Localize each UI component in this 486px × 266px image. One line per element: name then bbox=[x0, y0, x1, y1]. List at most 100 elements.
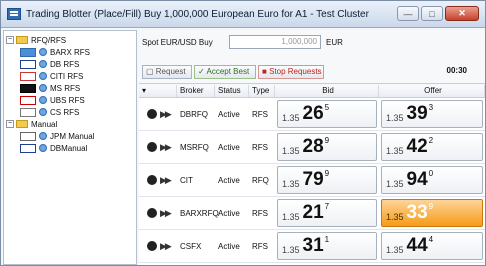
column-offer[interactable]: Offer bbox=[379, 85, 485, 97]
edit-icon[interactable] bbox=[147, 175, 157, 185]
tree-item-dbmanual[interactable]: DBManual bbox=[6, 142, 134, 154]
connection-icon bbox=[39, 96, 47, 104]
tree-item-ubs-rfs[interactable]: UBS RFS bbox=[6, 94, 134, 106]
edit-icon[interactable] bbox=[147, 142, 157, 152]
edit-icon[interactable] bbox=[147, 109, 157, 119]
offer-cell: 1.35 33 9 bbox=[379, 199, 485, 227]
bid-cell: 1.35 21 7 bbox=[275, 199, 379, 227]
db-logo-icon bbox=[20, 59, 36, 69]
connection-icon bbox=[39, 84, 47, 92]
column-type[interactable]: Type bbox=[249, 85, 275, 97]
bid-price-button[interactable]: 1.35 26 5 bbox=[277, 100, 377, 128]
quote-row[interactable]: ▶▶ BARXRFQ Active RFS 1.35 21 7 1.35 33 9 bbox=[139, 197, 485, 230]
type-cell: RFQ bbox=[252, 175, 269, 185]
tree-item-cs-rfs[interactable]: CS RFS bbox=[6, 106, 134, 118]
quote-row[interactable]: ▶▶ CSFX Active RFS 1.35 31 1 1.35 44 4 bbox=[139, 230, 485, 263]
maximize-button[interactable]: □ bbox=[421, 6, 443, 21]
close-button[interactable]: ✕ bbox=[445, 6, 479, 21]
expand-icon[interactable]: ▶▶ bbox=[160, 175, 172, 186]
expand-icon[interactable]: ▶▶ bbox=[160, 208, 172, 219]
expand-icon[interactable]: ▶▶ bbox=[160, 241, 172, 252]
minimize-button[interactable]: — bbox=[397, 6, 419, 21]
column-bid[interactable]: Bid bbox=[275, 85, 379, 97]
edit-icon[interactable] bbox=[147, 208, 157, 218]
offer-price-button[interactable]: 1.35 39 3 bbox=[381, 100, 483, 128]
quote-row[interactable]: ▶▶ DBRFQ Active RFS 1.35 26 5 1.35 39 3 bbox=[139, 98, 485, 131]
offer-cell: 1.35 94 0 bbox=[379, 166, 485, 194]
price-handle: 1.35 bbox=[386, 212, 404, 222]
folder-icon bbox=[16, 36, 28, 44]
title-bar: Trading Blotter (Place/Fill) Buy 1,000,0… bbox=[1, 1, 485, 28]
price-fractional: 3 bbox=[428, 103, 434, 112]
broker-cell: MSRFQ bbox=[180, 142, 209, 152]
expand-icon[interactable]: ▶▶ bbox=[160, 142, 172, 153]
collapse-icon[interactable]: − bbox=[6, 120, 14, 128]
expand-icon[interactable]: ▶▶ bbox=[160, 109, 172, 120]
tree-group-rfq-rfs[interactable]: − RFQ/RFS bbox=[6, 34, 134, 46]
connection-icon bbox=[39, 144, 47, 152]
offer-cell: 1.35 39 3 bbox=[379, 100, 485, 128]
quote-row[interactable]: ▶▶ CIT Active RFQ 1.35 79 9 1.35 94 0 bbox=[139, 164, 485, 197]
status-cell: Active bbox=[218, 208, 240, 218]
offer-price-button[interactable]: 1.35 44 4 bbox=[381, 232, 483, 260]
price-pips: 28 bbox=[302, 136, 324, 157]
accept-best-button[interactable]: ✓ Accept Best bbox=[194, 65, 256, 79]
price-handle: 1.35 bbox=[282, 113, 300, 123]
tree-item-label: BARX RFS bbox=[50, 47, 91, 57]
broker-cell: BARXRFQ bbox=[180, 208, 219, 218]
offer-cell: 1.35 42 2 bbox=[379, 133, 485, 161]
grid-header: ▾ Broker Status Type Bid Offer bbox=[139, 85, 485, 98]
bid-price-button[interactable]: 1.35 79 9 bbox=[277, 166, 377, 194]
tree-item-label: DB RFS bbox=[50, 59, 80, 69]
bid-price-button[interactable]: 1.35 31 1 bbox=[277, 232, 377, 260]
status-cell: Active bbox=[218, 109, 240, 119]
price-pips: 42 bbox=[406, 136, 428, 157]
folder-icon bbox=[16, 120, 28, 128]
price-pips: 39 bbox=[406, 103, 428, 124]
ms-logo-icon bbox=[20, 83, 36, 93]
price-handle: 1.35 bbox=[282, 212, 300, 222]
tree-item-label: UBS RFS bbox=[50, 95, 85, 105]
price-fractional: 0 bbox=[428, 169, 434, 178]
bid-price-button[interactable]: 1.35 21 7 bbox=[277, 199, 377, 227]
column-status[interactable]: Status bbox=[215, 85, 249, 97]
tree-item-citi-rfs[interactable]: CITI RFS bbox=[6, 70, 134, 82]
amount-field[interactable]: 1,000,000 bbox=[229, 35, 321, 49]
ubs-logo-icon bbox=[20, 95, 36, 105]
tree-item-jpm-manual[interactable]: JPM Manual bbox=[6, 130, 134, 142]
offer-price-button[interactable]: 1.35 42 2 bbox=[381, 133, 483, 161]
tree-item-barx-rfs[interactable]: BARX RFS bbox=[6, 46, 134, 58]
tree-item-ms-rfs[interactable]: MS RFS bbox=[6, 82, 134, 94]
stop-requests-button[interactable]: ■ Stop Requests bbox=[258, 65, 324, 79]
tree-group-manual[interactable]: − Manual bbox=[6, 118, 134, 130]
edit-icon[interactable] bbox=[147, 241, 157, 251]
offer-price-button[interactable]: 1.35 33 9 bbox=[381, 199, 483, 227]
offer-price-button[interactable]: 1.35 94 0 bbox=[381, 166, 483, 194]
currency-label: EUR bbox=[326, 38, 343, 47]
jpm-logo-icon bbox=[20, 131, 36, 141]
tree-item-label: DBManual bbox=[50, 143, 88, 153]
price-fractional: 2 bbox=[428, 136, 434, 145]
row-actions: ▶▶ bbox=[139, 175, 177, 186]
price-fractional: 9 bbox=[428, 202, 434, 211]
price-pips: 33 bbox=[406, 202, 428, 223]
price-fractional: 4 bbox=[428, 235, 434, 244]
bid-cell: 1.35 28 9 bbox=[275, 133, 379, 161]
price-fractional: 7 bbox=[324, 202, 330, 211]
quote-row[interactable]: ▶▶ MSRFQ Active RFS 1.35 28 9 1.35 42 2 bbox=[139, 131, 485, 164]
tree-item-db-rfs[interactable]: DB RFS bbox=[6, 58, 134, 70]
column-broker[interactable]: Broker bbox=[177, 85, 215, 97]
column-actions[interactable]: ▾ bbox=[139, 85, 177, 97]
request-label: Request bbox=[155, 67, 186, 76]
price-pips: 26 bbox=[302, 103, 324, 124]
bid-cell: 1.35 79 9 bbox=[275, 166, 379, 194]
request-button[interactable]: ▢ Request bbox=[142, 65, 192, 79]
status-cell: Active bbox=[218, 175, 240, 185]
row-actions: ▶▶ bbox=[139, 241, 177, 252]
stop-requests-label: Stop Requests bbox=[269, 67, 322, 76]
bid-price-button[interactable]: 1.35 28 9 bbox=[277, 133, 377, 161]
collapse-icon[interactable]: − bbox=[6, 36, 14, 44]
tree-item-label: CS RFS bbox=[50, 107, 80, 117]
window-controls: — □ ✕ bbox=[397, 6, 479, 21]
connection-icon bbox=[39, 72, 47, 80]
